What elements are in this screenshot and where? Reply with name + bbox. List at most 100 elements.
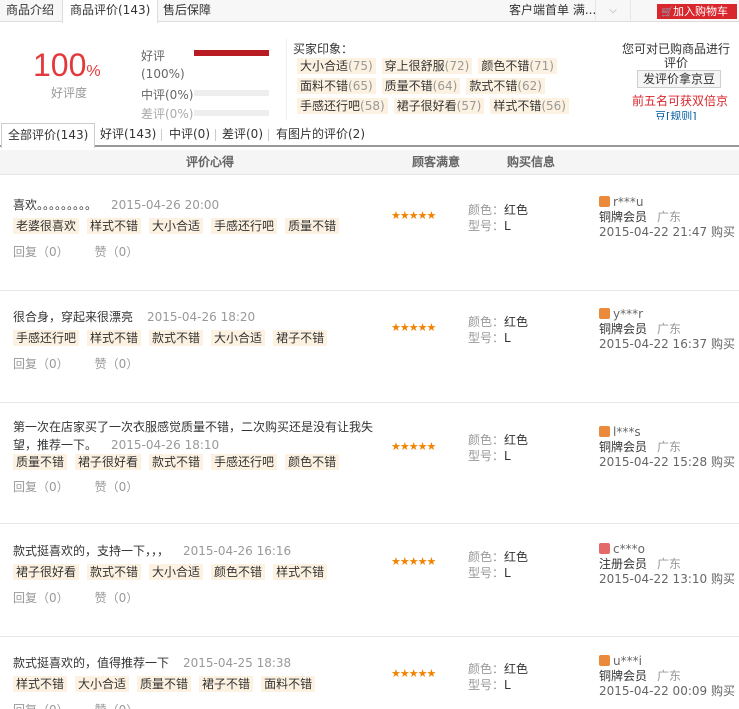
avatar-icon xyxy=(599,543,610,554)
review-tags: 裙子很好看 款式不错 大小合适 颜色不错 样式不错 xyxy=(13,564,335,580)
review-tag: 质量不错 xyxy=(137,676,192,692)
review-tag: 样式不错 xyxy=(273,564,328,580)
client-first-order-link[interactable]: 客户端首单 满... xyxy=(509,0,596,21)
purchase-info: 颜色：红色 型号：L xyxy=(468,550,529,580)
reviewer-info: l***s 铜牌会员 广东 2015-04-22 15:28 购买 xyxy=(599,425,735,469)
avatar-icon xyxy=(599,196,610,207)
reviewer-location: 广东 xyxy=(657,440,682,454)
review-filter-tabs: 全部评价(143) 好评(143) 中评(0) 差评(0) 有图片的评价(2) xyxy=(0,120,739,148)
review-tag: 大小合适 xyxy=(149,564,204,580)
star-rating: ★★★★★ xyxy=(391,555,436,568)
review-tags: 质量不错 裙子很好看 款式不错 手感还行吧 颜色不错 xyxy=(13,454,347,470)
rating-breakdown: 好评 (100%) xyxy=(141,47,271,83)
review-tag: 款式不错 xyxy=(149,454,204,470)
star-rating: ★★★★★ xyxy=(391,667,436,680)
review-date: 2015-04-26 16:16 xyxy=(183,544,292,558)
positive-rate: 100% xyxy=(33,47,101,83)
like-link[interactable]: 赞（0） xyxy=(95,357,139,371)
col-purchase-info: 购买信息 xyxy=(507,155,556,169)
tab-good-reviews[interactable]: 好评(143) xyxy=(94,123,162,147)
bad-rating: 差评(0%) xyxy=(141,105,269,120)
review-row: 款式挺喜欢的，支持一下，，， 2015-04-26 16:16 裙子很好看 款式不错… xyxy=(0,525,739,637)
reviewer-location: 广东 xyxy=(657,210,682,224)
review-tag: 手感还行吧 xyxy=(13,330,80,346)
add-to-cart-label: 加入购物车 xyxy=(673,5,728,18)
impression-tag[interactable]: 款式不错(62) xyxy=(466,78,545,94)
rules-link[interactable]: 豆[规则] xyxy=(655,108,697,120)
reviewer-info: y***r 铜牌会员 广东 2015-04-22 16:37 购买 xyxy=(599,307,735,351)
review-tag: 大小合适 xyxy=(211,330,266,346)
write-review-button[interactable]: 发评价拿京豆 xyxy=(637,70,721,88)
purchase-time: 2015-04-22 00:09 xyxy=(599,684,708,698)
cart-icon: 🛒 xyxy=(661,7,674,18)
impression-tag[interactable]: 大小合适(75) xyxy=(297,58,376,74)
review-tag: 大小合适 xyxy=(75,676,130,692)
review-tag: 款式不错 xyxy=(149,330,204,346)
impression-tag[interactable]: 样式不错(56) xyxy=(490,98,569,114)
reviewer-name[interactable]: c***o xyxy=(613,542,645,556)
tab-photo-reviews[interactable]: 有图片的评价(2) xyxy=(270,123,371,147)
review-tag: 样式不错 xyxy=(87,330,142,346)
review-tag: 样式不错 xyxy=(13,676,68,692)
review-prompt: 您可对已购商品进行评价 xyxy=(621,42,730,70)
purchase-time: 2015-04-22 16:37 xyxy=(599,337,708,351)
impressions-title: 买家印象： xyxy=(293,42,354,56)
reviewer-location: 广东 xyxy=(657,669,682,683)
impression-tag[interactable]: 颜色不错(71) xyxy=(478,58,557,74)
reviewer-name[interactable]: y***r xyxy=(613,307,643,321)
reply-link[interactable]: 回复（0） xyxy=(13,591,69,605)
reviewer-name[interactable]: l***s xyxy=(613,425,641,439)
tab-divider xyxy=(268,129,269,141)
review-tags: 样式不错 大小合适 质量不错 裙子不错 面料不错 xyxy=(13,676,323,692)
member-level: 铜牌会员 xyxy=(599,210,648,224)
review-tag: 裙子不错 xyxy=(199,676,254,692)
review-content: 款式挺喜欢的，值得推荐一下 2015-04-25 18:38 xyxy=(13,656,292,670)
member-level: 注册会员 xyxy=(599,557,648,571)
tab-divider xyxy=(161,129,162,141)
review-actions: 回复（0） 赞（0） xyxy=(13,589,164,606)
reviewer-name[interactable]: u***i xyxy=(613,654,642,668)
review-content: 很合身，穿起来很漂亮 2015-04-26 18:20 xyxy=(13,310,256,324)
review-tag: 老婆很喜欢 xyxy=(13,218,80,234)
review-date: 2015-04-25 18:38 xyxy=(183,656,292,670)
buyer-impressions: 买家印象： 大小合适(75) 穿上很舒服(72) 颜色不错(71) 面料不错(65)… xyxy=(286,39,586,120)
impression-tag[interactable]: 裙子很好看(57) xyxy=(393,98,485,114)
member-level: 铜牌会员 xyxy=(599,322,648,336)
impression-tag[interactable]: 面料不错(65) xyxy=(297,78,376,94)
reply-link[interactable]: 回复（0） xyxy=(13,357,69,371)
impression-row: 面料不错(65) 质量不错(64) 款式不错(62) xyxy=(297,78,551,96)
like-link[interactable]: 赞（0） xyxy=(95,703,139,709)
chevron-down-icon[interactable]: ⌵ xyxy=(595,0,631,22)
impression-tag[interactable]: 穿上很舒服(72) xyxy=(381,58,473,74)
review-tag: 大小合适 xyxy=(149,218,204,234)
review-row: 很合身，穿起来很漂亮 2015-04-26 18:20 手感还行吧 样式不错 款式不错… xyxy=(0,292,739,403)
review-tag: 手感还行吧 xyxy=(211,218,278,234)
review-tags: 手感还行吧 样式不错 款式不错 大小合适 裙子不错 xyxy=(13,330,335,346)
star-rating: ★★★★★ xyxy=(391,321,436,334)
review-date: 2015-04-26 20:00 xyxy=(111,198,220,212)
impression-row: 手感还行吧(58) 裙子很好看(57) 样式不错(56) xyxy=(297,98,575,116)
reply-link[interactable]: 回复（0） xyxy=(13,480,69,494)
impression-tag[interactable]: 质量不错(64) xyxy=(381,78,461,94)
add-to-cart-button[interactable]: 🛒加入购物车 xyxy=(657,4,737,19)
impression-tag[interactable]: 手感还行吧(58) xyxy=(297,98,388,114)
impression-row: 大小合适(75) 穿上很舒服(72) 颜色不错(71) xyxy=(297,58,563,76)
tab-all-reviews[interactable]: 全部评价(143) xyxy=(1,123,96,148)
reviewer-name[interactable]: r***u xyxy=(613,195,644,209)
tab-after-sales[interactable]: 售后保障 xyxy=(163,0,211,22)
tab-product-reviews[interactable]: 商品评价(143) xyxy=(62,0,159,23)
tab-mid-reviews[interactable]: 中评(0) xyxy=(163,123,216,147)
reply-link[interactable]: 回复（0） xyxy=(13,703,69,709)
reply-link[interactable]: 回复（0） xyxy=(13,245,69,259)
tab-bad-reviews[interactable]: 差评(0) xyxy=(216,123,269,147)
review-table-header: 评价心得 顾客满意 购买信息 xyxy=(0,150,739,175)
like-link[interactable]: 赞（0） xyxy=(95,591,139,605)
col-review: 评价心得 xyxy=(186,155,235,169)
like-link[interactable]: 赞（0） xyxy=(95,480,139,494)
mid-rating-bar xyxy=(194,90,269,96)
tab-product-intro[interactable]: 商品介绍 xyxy=(6,0,54,22)
like-link[interactable]: 赞（0） xyxy=(95,245,139,259)
purchase-info: 颜色：红色 型号：L xyxy=(468,662,529,692)
good-rating-fill xyxy=(194,50,269,56)
review-tags: 老婆很喜欢 样式不错 大小合适 手感还行吧 质量不错 xyxy=(13,218,347,234)
